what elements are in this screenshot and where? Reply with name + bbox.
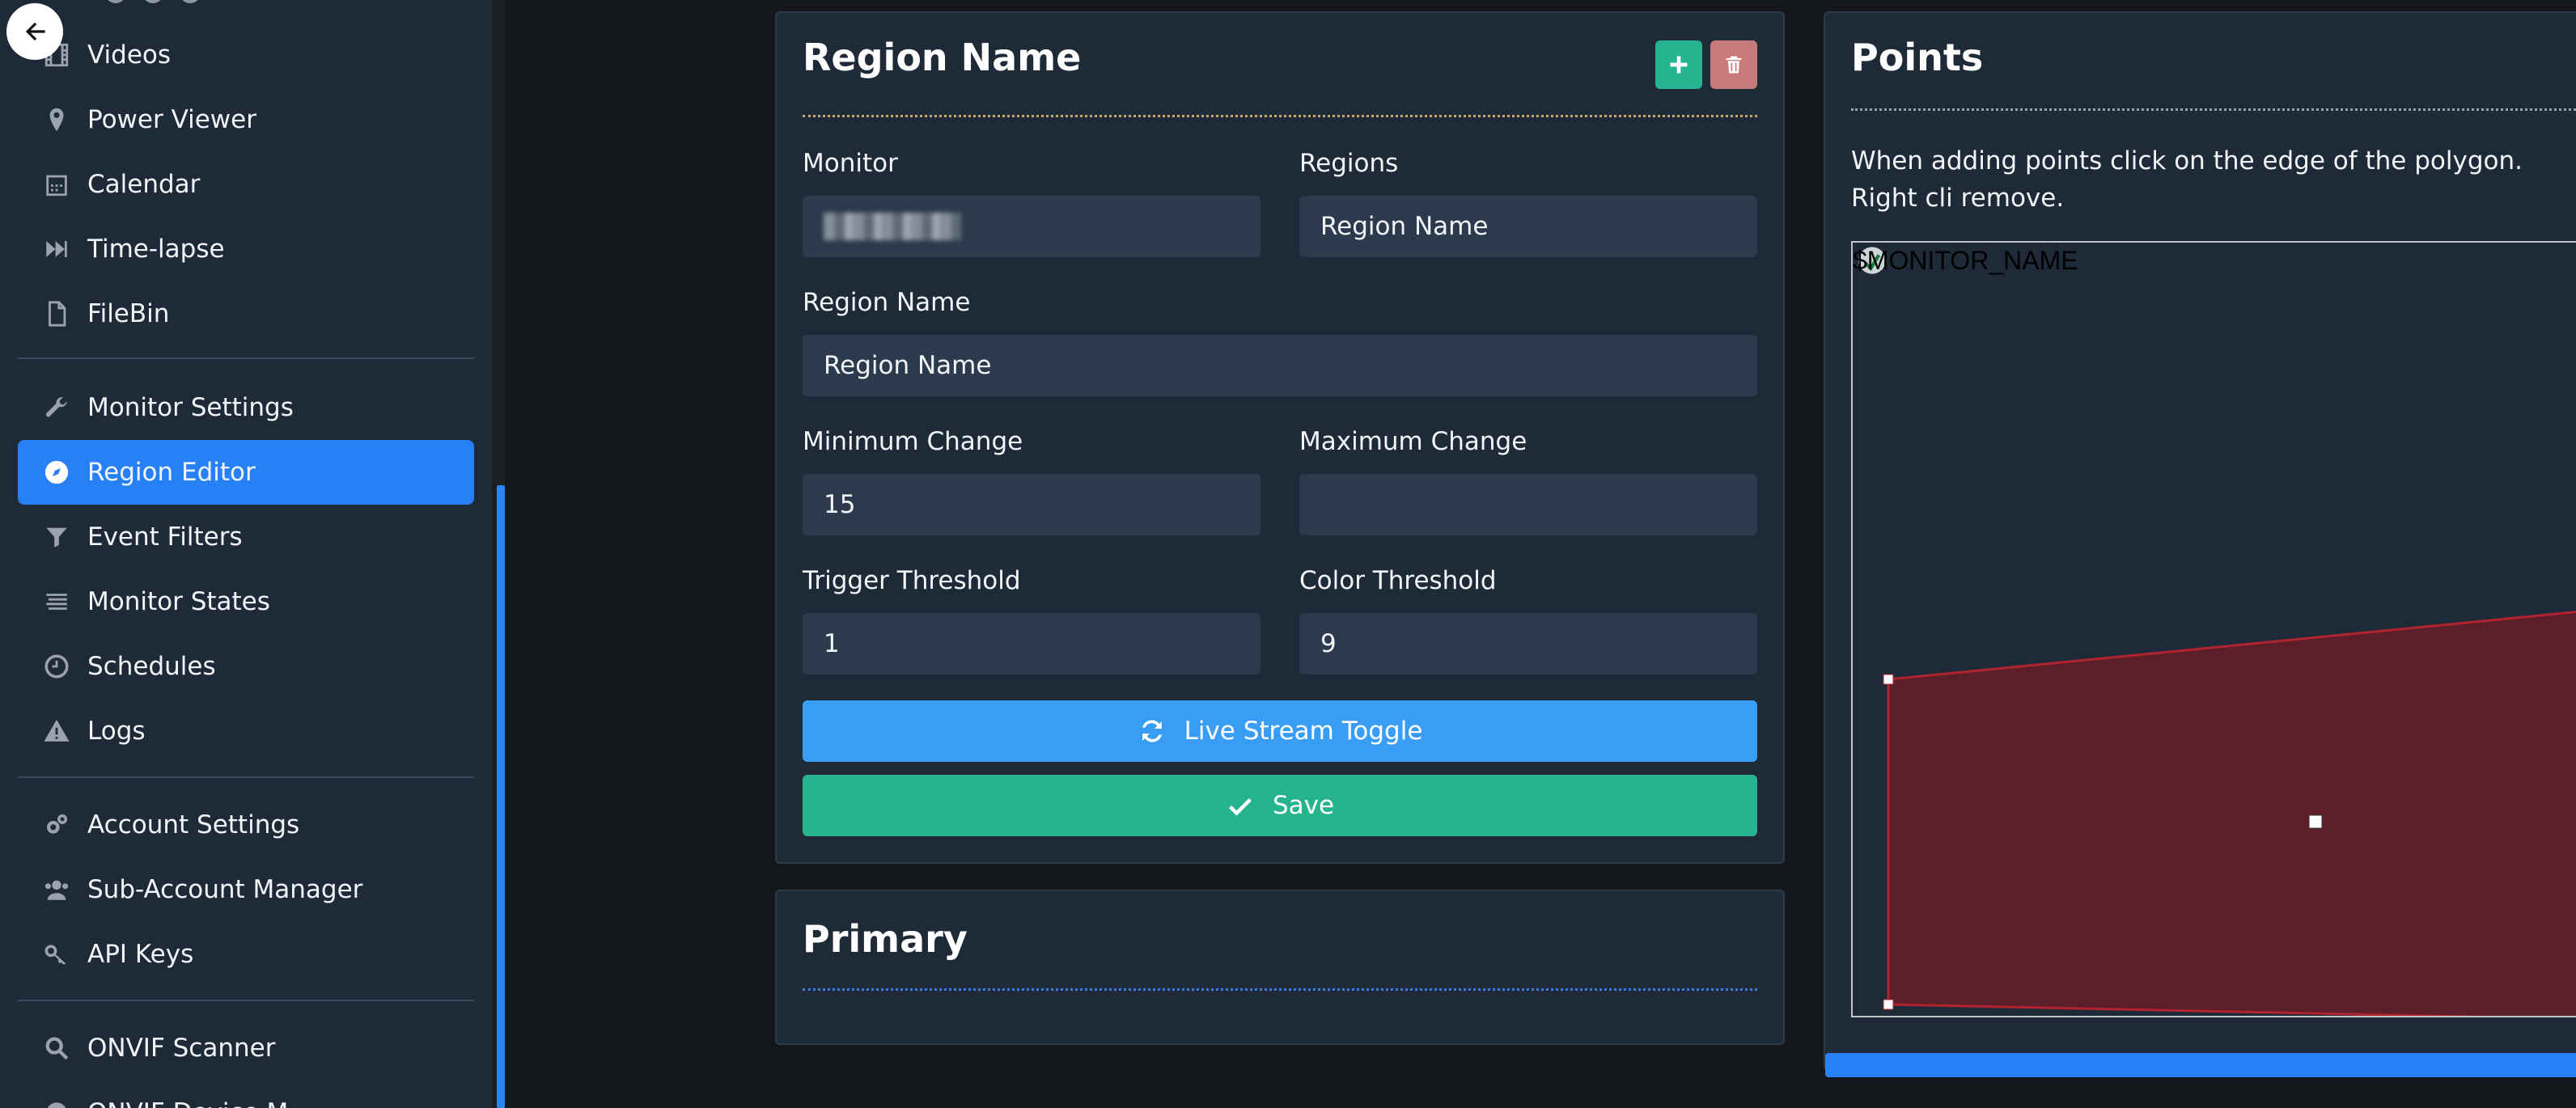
sidebar-divider <box>18 776 474 778</box>
sidebar-item-region-editor[interactable]: Region Editor <box>18 440 474 505</box>
warning-icon <box>40 715 73 747</box>
list-icon <box>40 586 73 618</box>
users-icon <box>40 873 73 906</box>
sidebar-item-label: Monitor Settings <box>87 393 294 422</box>
save-label: Save <box>1272 791 1335 820</box>
calendar-icon <box>40 168 73 201</box>
regions-select[interactable]: Region Name <box>1299 196 1757 257</box>
primary-card-title: Primary <box>803 917 968 961</box>
region-polygon-layer <box>1883 611 2576 1017</box>
sidebar-item-event-filters[interactable]: Event Filters <box>18 505 474 569</box>
sidebar-item-time-lapse[interactable]: Time-lapse <box>18 217 474 281</box>
primary-card-divider <box>803 988 1757 991</box>
sidebar-item-api-keys[interactable]: API Keys <box>18 922 474 987</box>
points-help-text: When adding points click on the edge of … <box>1851 146 2523 213</box>
sidebar-divider <box>18 357 474 359</box>
sidebar-item-label: Videos <box>87 40 172 70</box>
back-button[interactable] <box>6 3 63 60</box>
delete-region-button[interactable] <box>1710 40 1757 89</box>
fast-forward-icon <box>40 233 73 265</box>
sidebar-item-label: ONVIF Scanner <box>87 1034 276 1063</box>
sidebar-item-label: Schedules <box>87 652 216 681</box>
plus-icon <box>1670 56 1688 74</box>
trigger-threshold-input[interactable]: 1 <box>803 613 1260 675</box>
polygon-vertex-handle[interactable] <box>1883 999 1894 1010</box>
region-polygon[interactable] <box>1887 611 2576 1017</box>
minimum-change-input[interactable]: 15 <box>803 474 1260 535</box>
add-region-button[interactable] <box>1655 40 1702 89</box>
sidebar-item-label: FileBin <box>87 299 170 328</box>
points-card-divider <box>1851 108 2576 111</box>
refresh-icon <box>1142 720 1162 742</box>
sidebar-item-label: Power Viewer <box>87 105 256 134</box>
sidebar-item-filebin[interactable]: FileBin <box>18 281 474 346</box>
dot-icon <box>180 0 201 3</box>
clock-icon <box>40 650 73 683</box>
map-pin-icon <box>40 104 73 136</box>
minimum-change-label: Minimum Change <box>803 427 1023 456</box>
key-icon <box>40 938 73 971</box>
region-canvas[interactable]: $MONITOR_NAME <box>1851 241 2576 1017</box>
sidebar-item-schedules[interactable]: Schedules <box>18 634 474 699</box>
sidebar-item-account-settings[interactable]: Account Settings <box>18 793 474 857</box>
stream-progress-bar <box>1825 1053 2576 1077</box>
globe-icon <box>40 1097 73 1108</box>
region-card-title: Region Name <box>803 36 1082 79</box>
sidebar-item-label: Account Settings <box>87 810 300 839</box>
filter-icon <box>40 521 73 553</box>
monitor-name-redacted <box>824 213 961 240</box>
region-card-divider <box>803 115 1757 117</box>
sidebar-item-label: Calendar <box>87 170 201 199</box>
check-icon <box>1229 798 1252 816</box>
polygon-vertex-handle[interactable] <box>1883 674 1894 685</box>
sidebar: Videos Power Viewer Calendar Time-lapse … <box>0 0 505 1108</box>
sidebar-item-label: ONVIF Device M <box>87 1098 288 1108</box>
sidebar-divider <box>18 1000 474 1001</box>
dot-icon <box>142 0 163 3</box>
sidebar-item-videos[interactable]: Videos <box>18 23 474 87</box>
sidebar-item-onvif-scanner[interactable]: ONVIF Scanner <box>18 1016 474 1081</box>
sidebar-item-label: Logs <box>87 717 146 746</box>
live-stream-toggle-label: Live Stream Toggle <box>1184 717 1423 746</box>
sidebar-item-label: Sub-Account Manager <box>87 875 363 904</box>
trash-icon <box>1726 56 1742 74</box>
polygon-center-handle[interactable] <box>2308 814 2323 829</box>
regions-label: Regions <box>1299 149 1399 178</box>
sidebar-top-fragment <box>105 0 243 6</box>
file-icon <box>40 298 73 330</box>
color-threshold-label: Color Threshold <box>1299 566 1497 595</box>
sidebar-item-sub-account-manager[interactable]: Sub-Account Manager <box>18 857 474 922</box>
sidebar-item-label: Region Editor <box>87 458 256 487</box>
sidebar-item-label: Time-lapse <box>87 235 225 264</box>
live-stream-toggle-button[interactable]: Live Stream Toggle <box>803 700 1757 762</box>
sidebar-item-logs[interactable]: Logs <box>18 699 474 763</box>
compass-icon <box>40 456 73 488</box>
region-name-input[interactable]: Region Name <box>803 335 1757 396</box>
monitor-select[interactable] <box>803 196 1260 257</box>
sidebar-item-monitor-states[interactable]: Monitor States <box>18 569 474 634</box>
maximum-change-label: Maximum Change <box>1299 427 1527 456</box>
color-threshold-input[interactable]: 9 <box>1299 613 1757 675</box>
wrench-icon <box>40 391 73 424</box>
arrow-left-icon <box>25 22 45 41</box>
monitor-label: Monitor <box>803 149 898 178</box>
search-icon <box>40 1032 73 1064</box>
save-button[interactable]: Save <box>803 775 1757 836</box>
dot-icon <box>105 0 126 3</box>
maximum-change-input[interactable] <box>1299 474 1757 535</box>
sidebar-item-label: Monitor States <box>87 587 270 616</box>
sidebar-item-label: Event Filters <box>87 522 243 552</box>
sidebar-item-power-viewer[interactable]: Power Viewer <box>18 87 474 152</box>
sidebar-scrollbar-thumb[interactable] <box>497 485 505 1108</box>
primary-card <box>775 890 1785 1045</box>
region-name-label: Region Name <box>803 288 971 317</box>
sidebar-item-monitor-settings[interactable]: Monitor Settings <box>18 375 474 440</box>
sidebar-item-onvif-device-manager[interactable]: ONVIF Device M <box>18 1081 474 1108</box>
points-card-title: Points <box>1851 36 1984 79</box>
cogs-icon <box>40 809 73 841</box>
sidebar-item-label: API Keys <box>87 940 194 969</box>
trigger-threshold-label: Trigger Threshold <box>803 566 1021 595</box>
sidebar-item-calendar[interactable]: Calendar <box>18 152 474 217</box>
